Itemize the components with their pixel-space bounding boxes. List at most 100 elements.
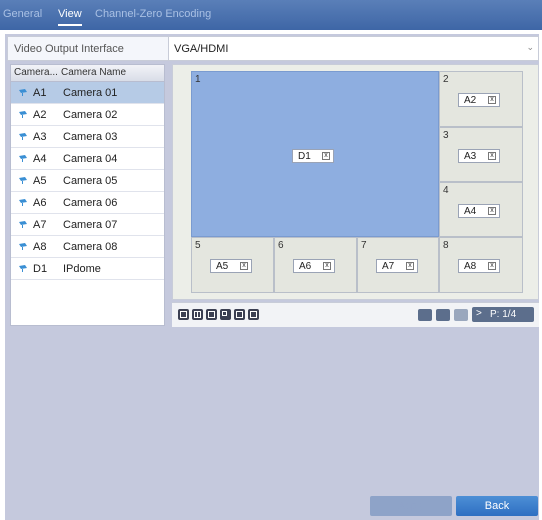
window-camera-label: A4 [464,206,477,217]
apply-button[interactable]: Apply [370,496,452,516]
window-4[interactable]: 4 A4 x [439,182,523,237]
window-camera-chip: A7 x [376,259,418,273]
prev-page-icon[interactable] [454,309,468,321]
camera-row[interactable]: A7 Camera 07 [11,214,164,236]
camera-name: Camera 06 [63,197,118,209]
window-camera-label: A3 [464,151,477,162]
camera-list: Camera... Camera Name A1 Camera 01 A2 Camer… [10,64,165,326]
layout-1x1-icon[interactable] [178,309,189,320]
window-camera-chip: A5 x [210,259,252,273]
layout-2x2-icon[interactable] [192,309,203,320]
camera-icon [19,177,27,184]
camera-number: A7 [33,219,47,231]
window-number: 3 [443,130,449,141]
camera-name: Camera 08 [63,241,118,253]
stop-live-view-icon[interactable] [436,309,450,321]
close-icon[interactable]: x [406,262,414,270]
camera-name: IPdome [63,263,101,275]
close-icon[interactable]: x [488,207,496,215]
window-camera-label: A2 [464,95,477,106]
window-5[interactable]: 5 A5 x [191,237,274,293]
camera-icon [19,221,27,228]
layout-3x3-icon[interactable] [234,309,245,320]
camera-row[interactable]: D1 IPdome [11,258,164,280]
window-camera-chip: A4 x [458,204,500,218]
camera-name: Camera 07 [63,219,118,231]
column-header-camera-name[interactable]: Camera Name [61,67,126,78]
camera-icon [19,111,27,118]
camera-name: Camera 04 [63,153,118,165]
camera-row[interactable]: A4 Camera 04 [11,148,164,170]
window-3[interactable]: 3 A3 x [439,127,523,182]
window-number: 4 [443,185,449,196]
video-output-label: Video Output Interface [14,43,124,55]
camera-number: D1 [33,263,48,275]
close-icon[interactable]: x [488,152,496,160]
camera-name: Camera 05 [63,175,118,187]
window-camera-chip: A8 x [458,259,500,273]
window-number: 6 [278,240,284,251]
close-icon[interactable]: x [488,262,496,270]
camera-row[interactable]: A1 Camera 01 [11,82,164,104]
layout-1plus5-icon[interactable] [206,309,217,320]
close-icon[interactable]: x [488,96,496,104]
column-header-camera-no[interactable]: Camera... [14,67,58,78]
window-number: 2 [443,74,449,85]
page-number: P: 1/4 [490,309,517,320]
camera-icon [19,155,27,162]
camera-icon [19,133,27,140]
window-8[interactable]: 8 A8 x [439,237,523,293]
camera-icon [19,199,27,206]
window-number: 7 [361,240,367,251]
camera-name: Camera 03 [63,131,118,143]
camera-number: A4 [33,153,47,165]
camera-number: A1 [33,87,47,99]
camera-icon [19,243,27,250]
page-indicator: > P: 1/4 [472,307,534,322]
window-number: 1 [195,74,201,85]
window-number: 8 [443,240,449,251]
camera-number: A6 [33,197,47,209]
camera-row[interactable]: A5 Camera 05 [11,170,164,192]
tab-general[interactable]: General [3,8,42,20]
camera-number: A5 [33,175,47,187]
layout-4x4-icon[interactable] [248,309,259,320]
window-number: 5 [195,240,201,251]
next-page-icon[interactable]: > [476,308,482,319]
window-camera-chip: A3 x [458,149,500,163]
camera-row[interactable]: A2 Camera 02 [11,104,164,126]
back-button[interactable]: Back [456,496,538,516]
close-icon[interactable]: x [323,262,331,270]
window-6[interactable]: 6 A6 x [274,237,357,293]
window-2[interactable]: 2 A2 x [439,71,523,127]
camera-number: A8 [33,241,47,253]
camera-name: Camera 02 [63,109,118,121]
camera-row[interactable]: A3 Camera 03 [11,126,164,148]
window-1[interactable]: 1 D1 x [191,71,439,237]
window-camera-chip: A2 x [458,93,500,107]
camera-row[interactable]: A6 Camera 06 [11,192,164,214]
camera-icon [19,89,27,96]
start-live-view-icon[interactable] [418,309,432,321]
video-output-select[interactable]: VGA/HDMI ⌄ [168,37,538,60]
window-camera-label: A6 [299,261,312,272]
layout-1plus7-icon[interactable] [220,309,231,320]
window-camera-chip: D1 x [292,149,334,163]
tab-channel-zero-encoding[interactable]: Channel-Zero Encoding [95,8,211,20]
camera-icon [19,265,27,272]
chevron-down-icon: ⌄ [526,42,534,52]
close-icon[interactable]: x [322,152,330,160]
layout-toolbar: > P: 1/4 [172,302,539,327]
window-camera-label: A5 [216,261,229,272]
window-camera-label: D1 [298,151,311,162]
camera-row[interactable]: A8 Camera 08 [11,236,164,258]
video-output-row: Video Output Interface VGA/HDMI ⌄ [7,36,539,61]
window-camera-chip: A6 x [293,259,335,273]
video-output-value: VGA/HDMI [174,43,229,55]
close-icon[interactable]: x [240,262,248,270]
window-camera-label: A7 [382,261,395,272]
tab-view[interactable]: View [58,8,82,26]
tab-bar: General View Channel-Zero Encoding [0,0,542,30]
window-7[interactable]: 7 A7 x [357,237,439,293]
view-layout-grid: 1 D1 x 2 A2 x 3 A3 x 4 A4 x 5 A5 x 6 A6 … [172,64,539,300]
